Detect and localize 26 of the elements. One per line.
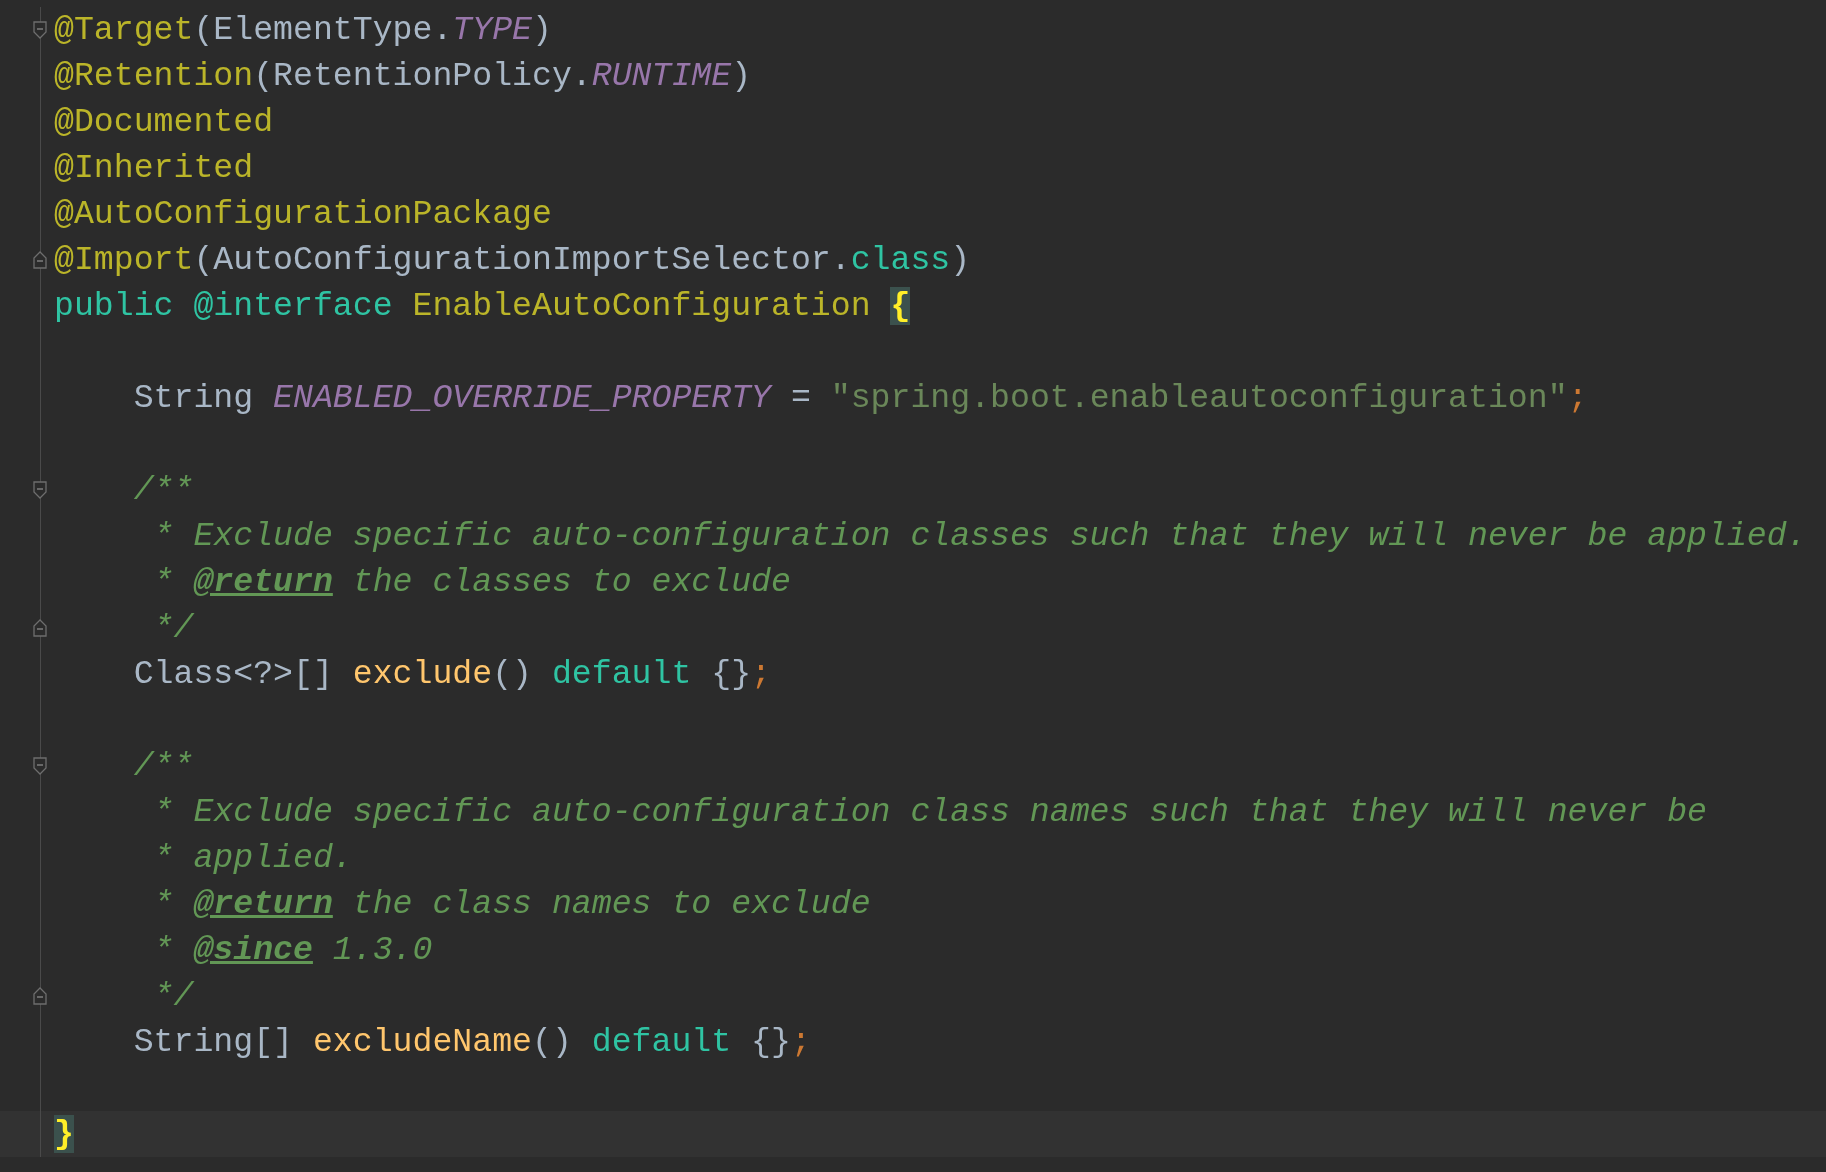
code-line: * Exclude specific auto-configuration classes such that they will never be applied. bbox=[152, 516, 1807, 557]
fold-marker-icon[interactable] bbox=[33, 619, 47, 637]
fold-marker-icon[interactable] bbox=[33, 757, 47, 775]
fold-marker-icon[interactable] bbox=[33, 21, 47, 39]
code-line: @Target(ElementType.TYPE) bbox=[54, 10, 552, 51]
code-line: public @interface EnableAutoConfiguration { bbox=[54, 286, 911, 327]
code-line: @Retention(RetentionPolicy.RUNTIME) bbox=[54, 56, 752, 97]
code-line: * @return the classes to exclude bbox=[152, 562, 791, 603]
code-line: /** bbox=[132, 470, 194, 511]
code-line: /** bbox=[132, 746, 194, 787]
code-line: String[] excludeName() default {}; bbox=[132, 1022, 811, 1063]
fold-marker-icon[interactable] bbox=[33, 481, 47, 499]
code-line: * applied. bbox=[152, 838, 353, 879]
code-line: @AutoConfigurationPackage bbox=[54, 194, 552, 235]
code-line: * @since 1.3.0 bbox=[152, 930, 433, 971]
code-line: String ENABLED_OVERRIDE_PROPERTY = "spring.boot.enableautoconfiguration"; bbox=[132, 378, 1588, 419]
fold-marker-icon[interactable] bbox=[33, 251, 47, 269]
code-line: * @return the class names to exclude bbox=[152, 884, 871, 925]
code-line: Class<?>[] exclude() default {}; bbox=[132, 654, 771, 695]
code-line: @Documented bbox=[54, 102, 274, 143]
code-line: */ bbox=[152, 608, 194, 649]
code-line: */ bbox=[152, 976, 194, 1017]
code-line: @Inherited bbox=[54, 148, 254, 189]
fold-marker-icon[interactable] bbox=[33, 987, 47, 1005]
code-line: @Import(AutoConfigurationImportSelector.class) bbox=[54, 240, 971, 281]
code-line: * Exclude specific auto-configuration class names such that they will never be bbox=[152, 792, 1707, 833]
